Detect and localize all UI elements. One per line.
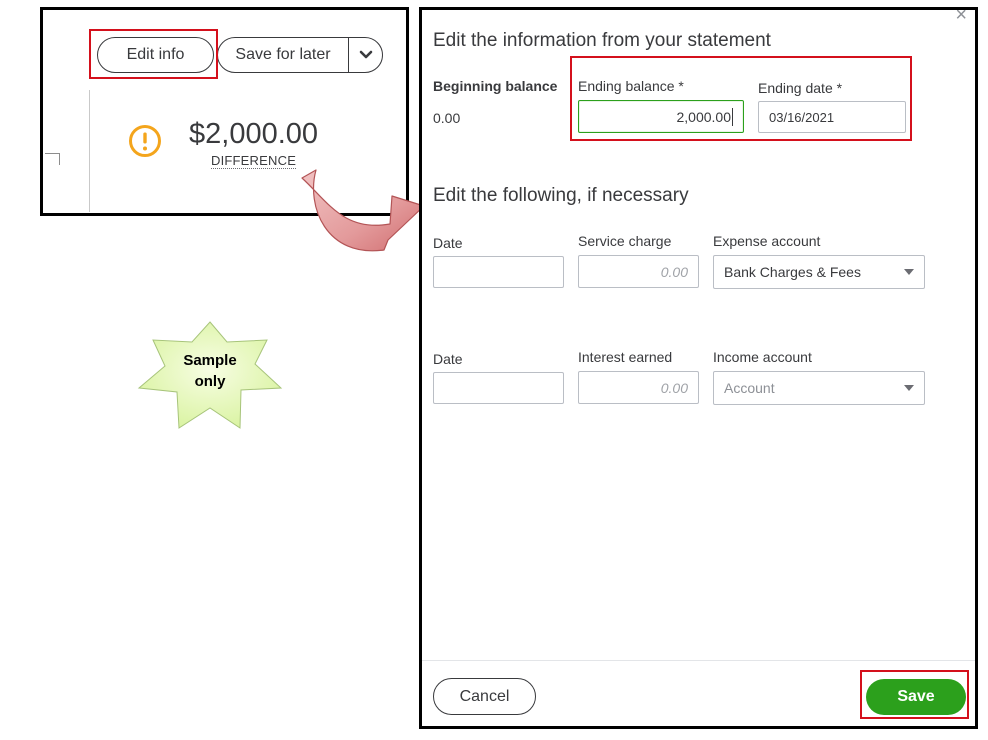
exclamation-circle-icon (128, 124, 162, 158)
curved-arrow-icon (301, 169, 425, 252)
beginning-balance-label: Beginning balance (433, 78, 558, 94)
section-title-optional: Edit the following, if necessary (433, 185, 689, 206)
service-charge-label: Service charge (578, 233, 672, 249)
ending-balance-value: 2,000.00 (676, 108, 732, 125)
ending-balance-label: Ending balance * (578, 78, 684, 94)
edit-statement-info-dialog: × Edit the information from your stateme… (419, 7, 978, 729)
income-account-select[interactable]: Account (713, 371, 925, 405)
ending-balance-input[interactable]: 2,000.00 (578, 100, 744, 133)
save-for-later-button[interactable]: Save for later (218, 38, 349, 72)
difference-amount: $2,000.00 (189, 118, 319, 150)
service-charge-input[interactable]: 0.00 (578, 255, 699, 288)
dropdown-arrow-icon (904, 385, 914, 391)
ending-date-label: Ending date * (758, 80, 843, 96)
service-date-input[interactable] (433, 256, 564, 288)
interest-earned-label: Interest earned (578, 349, 673, 365)
text-cursor (732, 107, 733, 126)
close-icon[interactable]: × (955, 10, 967, 27)
interest-date-label: Date (433, 351, 463, 367)
income-account-placeholder: Account (724, 380, 775, 396)
sample-text: Sample only (183, 352, 237, 390)
interest-earned-input[interactable]: 0.00 (578, 371, 699, 404)
cancel-button[interactable]: Cancel (433, 678, 536, 715)
ending-date-input[interactable]: 03/16/2021 (758, 101, 906, 133)
expense-account-value: Bank Charges & Fees (724, 264, 861, 280)
expense-account-select[interactable]: Bank Charges & Fees (713, 255, 925, 289)
corner-mark (45, 153, 60, 165)
chevron-down-icon[interactable] (349, 38, 382, 72)
ending-date-value: 03/16/2021 (769, 109, 835, 125)
service-charge-placeholder: 0.00 (660, 263, 688, 280)
dropdown-arrow-icon (904, 269, 914, 275)
interest-date-input[interactable] (433, 372, 564, 404)
income-account-label: Income account (713, 349, 812, 365)
beginning-balance-value: 0.00 (433, 110, 461, 126)
interest-earned-placeholder: 0.00 (660, 379, 688, 396)
save-button[interactable]: Save (866, 679, 966, 715)
divider (89, 90, 90, 212)
service-date-label: Date (433, 235, 463, 251)
difference-label: DIFFERENCE (211, 153, 297, 169)
save-for-later-split-button: Save for later (217, 37, 383, 73)
dialog-title: Edit the information from your statement (433, 30, 771, 51)
expense-account-label: Expense account (713, 233, 821, 249)
edit-info-button[interactable]: Edit info (97, 37, 214, 73)
